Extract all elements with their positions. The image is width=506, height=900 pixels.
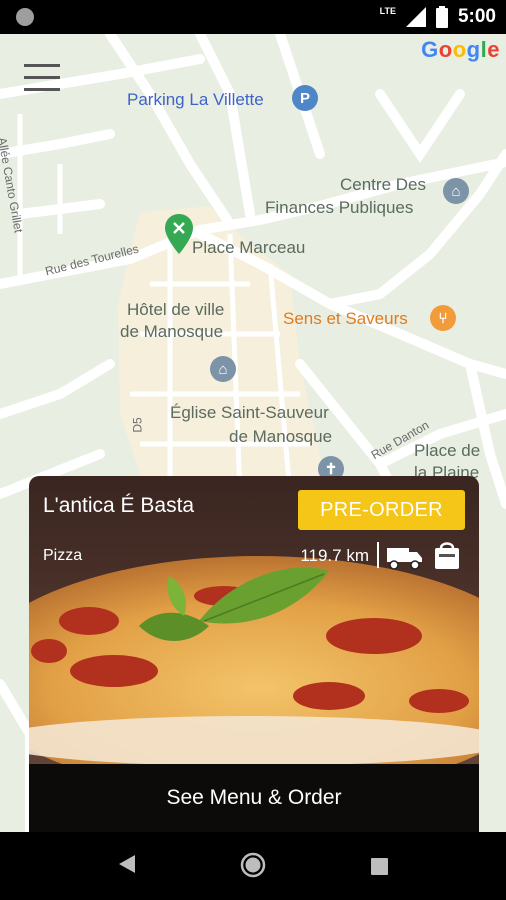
menu-button[interactable] [24,64,60,92]
map-label-hotel-2: de Manosque [120,322,224,341]
townhall-icon[interactable]: ⌂ [210,356,236,382]
battery-icon [435,6,448,28]
restaurant-card[interactable]: L'antica É Basta PRE-ORDER Pizza 119.7 k… [29,476,479,832]
status-right: LTE 5:00 [380,4,496,30]
see-menu-order-button[interactable]: See Menu & Order [29,764,479,832]
signal-icon [405,7,426,27]
home-icon[interactable] [240,852,266,878]
notification-icon [16,8,34,26]
restaurant-category: Pizza [43,547,83,564]
restaurant-icon[interactable]: ⑂ [430,305,456,331]
map-label-finances: Finances Publiques [265,198,414,217]
map-label-sens-et-saveurs: Sens et Saveurs [283,309,408,328]
map-label-place-de: Place de [414,441,481,460]
map-label-eglise-2: de Manosque [229,427,333,446]
map-label-parking: Parking La Villette [127,90,264,109]
restaurant-name: L'antica É Basta [43,494,195,517]
lte-icon: LTE [379,6,396,16]
map-label-eglise: Église Saint-Sauveur [170,403,329,422]
navigation-bar [0,832,506,900]
parking-icon[interactable]: P [292,85,318,111]
map-label-place-marceau: Place Marceau [192,238,306,257]
pre-order-button[interactable]: PRE-ORDER [298,490,465,530]
map-label-hotel: Hôtel de ville [127,300,225,319]
map-label-centre: Centre Des [340,175,426,194]
back-icon[interactable] [118,854,136,874]
bank-icon[interactable]: ⌂ [443,178,469,204]
divider [377,542,379,568]
restaurant-distance: 119.7 km [300,546,369,565]
map-label-d5: D5 [130,417,145,433]
location-pin-icon[interactable] [165,214,193,254]
takeaway-bag-icon [435,542,459,569]
status-bar: LTE 5:00 [0,0,506,34]
clock: 5:00 [457,6,496,27]
recents-icon[interactable] [371,858,388,875]
delivery-truck-icon [387,548,422,570]
google-logo: Google [421,37,500,62]
